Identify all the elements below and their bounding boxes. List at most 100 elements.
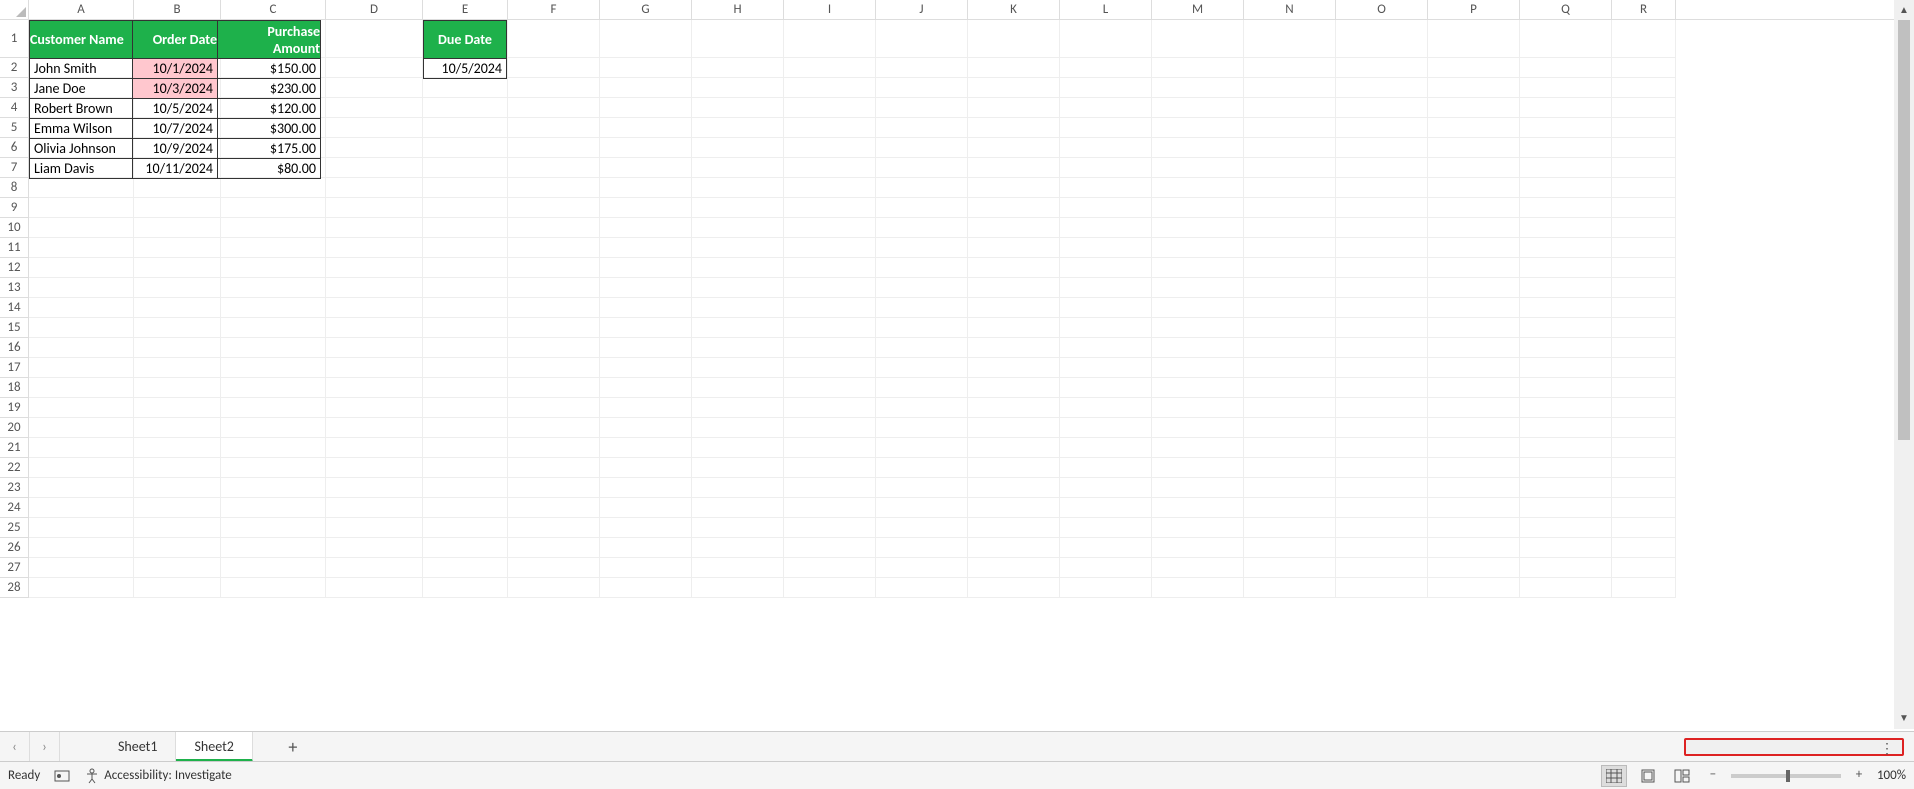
cell[interactable] <box>1520 158 1612 178</box>
page-break-view-button[interactable] <box>1669 765 1695 787</box>
header-purchase-amount[interactable]: Purchase Amount <box>218 21 321 59</box>
cell[interactable] <box>876 398 968 418</box>
cell[interactable] <box>876 218 968 238</box>
cell[interactable] <box>784 158 876 178</box>
cell[interactable] <box>508 498 600 518</box>
cell[interactable] <box>968 358 1060 378</box>
col-header-H[interactable]: H <box>692 0 784 19</box>
cell[interactable] <box>29 398 134 418</box>
cell[interactable] <box>692 398 784 418</box>
cell[interactable] <box>600 558 692 578</box>
cell[interactable] <box>1152 138 1244 158</box>
cell[interactable] <box>1612 98 1676 118</box>
cell[interactable] <box>876 558 968 578</box>
cell[interactable] <box>1336 558 1428 578</box>
cell[interactable] <box>692 538 784 558</box>
cell[interactable] <box>692 20 784 58</box>
cell[interactable] <box>423 318 508 338</box>
cell[interactable] <box>1336 258 1428 278</box>
cell[interactable] <box>508 458 600 478</box>
cell[interactable] <box>1428 498 1520 518</box>
cell[interactable] <box>508 258 600 278</box>
cell[interactable] <box>600 358 692 378</box>
cell[interactable] <box>1336 118 1428 138</box>
cell[interactable] <box>134 438 221 458</box>
cell[interactable] <box>1336 338 1428 358</box>
cell[interactable] <box>134 258 221 278</box>
cell[interactable] <box>692 98 784 118</box>
cell[interactable] <box>1612 558 1676 578</box>
cell[interactable] <box>1612 398 1676 418</box>
scroll-thumb[interactable] <box>1898 20 1910 440</box>
cell[interactable] <box>29 338 134 358</box>
cell[interactable] <box>1336 578 1428 598</box>
cell[interactable] <box>1612 498 1676 518</box>
cell[interactable] <box>692 278 784 298</box>
cell[interactable] <box>1152 58 1244 78</box>
cell[interactable] <box>692 558 784 578</box>
cell[interactable] <box>221 358 326 378</box>
cell[interactable] <box>221 378 326 398</box>
cell[interactable] <box>423 578 508 598</box>
cell[interactable] <box>968 338 1060 358</box>
cell-purchase-amount[interactable]: $150.00 <box>218 59 321 79</box>
row-header-5[interactable]: 5 <box>0 118 29 138</box>
cell[interactable] <box>876 138 968 158</box>
cell[interactable] <box>29 298 134 318</box>
cell[interactable] <box>968 438 1060 458</box>
cell[interactable] <box>221 178 326 198</box>
cell[interactable] <box>600 118 692 138</box>
header-customer-name[interactable]: Customer Name <box>30 21 133 59</box>
cell[interactable] <box>1520 58 1612 78</box>
cell[interactable] <box>29 438 134 458</box>
cell[interactable] <box>423 258 508 278</box>
cell[interactable] <box>1612 458 1676 478</box>
cell[interactable] <box>692 578 784 598</box>
cell[interactable] <box>1152 578 1244 598</box>
cell[interactable] <box>1060 118 1152 138</box>
cell[interactable] <box>784 538 876 558</box>
cell[interactable] <box>29 518 134 538</box>
cell[interactable] <box>134 538 221 558</box>
cell[interactable] <box>423 78 508 98</box>
add-sheet-button[interactable]: + <box>273 732 313 761</box>
cell[interactable] <box>784 518 876 538</box>
cell[interactable] <box>600 378 692 398</box>
cell[interactable] <box>692 518 784 538</box>
cell[interactable] <box>784 438 876 458</box>
cell[interactable] <box>1244 20 1336 58</box>
cell[interactable] <box>423 158 508 178</box>
cell[interactable] <box>1520 218 1612 238</box>
cell[interactable] <box>326 318 423 338</box>
cell[interactable] <box>1428 378 1520 398</box>
cell[interactable] <box>134 378 221 398</box>
cell[interactable] <box>968 478 1060 498</box>
cell[interactable] <box>508 378 600 398</box>
cell[interactable] <box>1152 278 1244 298</box>
cell[interactable] <box>1060 78 1152 98</box>
cell[interactable] <box>134 458 221 478</box>
cell[interactable] <box>134 578 221 598</box>
cell[interactable] <box>692 338 784 358</box>
cell[interactable] <box>1428 558 1520 578</box>
prev-sheet-button[interactable]: ‹ <box>0 732 30 761</box>
cell[interactable] <box>1612 258 1676 278</box>
cell[interactable] <box>1152 318 1244 338</box>
cell[interactable] <box>326 238 423 258</box>
cell-order-date[interactable]: 10/3/2024 <box>133 79 218 99</box>
col-header-J[interactable]: J <box>876 0 968 19</box>
cell[interactable] <box>29 218 134 238</box>
tab-sheet2[interactable]: Sheet2 <box>176 732 252 762</box>
cell[interactable] <box>1520 398 1612 418</box>
cell[interactable] <box>326 418 423 438</box>
cell[interactable] <box>29 538 134 558</box>
cell[interactable] <box>29 378 134 398</box>
cell-purchase-amount[interactable]: $120.00 <box>218 99 321 119</box>
cell[interactable] <box>423 438 508 458</box>
cell[interactable] <box>1152 298 1244 318</box>
cell[interactable] <box>968 138 1060 158</box>
cell-customer-name[interactable]: Jane Doe <box>30 79 133 99</box>
cell[interactable] <box>326 218 423 238</box>
cell[interactable] <box>1612 518 1676 538</box>
cell[interactable] <box>1244 358 1336 378</box>
